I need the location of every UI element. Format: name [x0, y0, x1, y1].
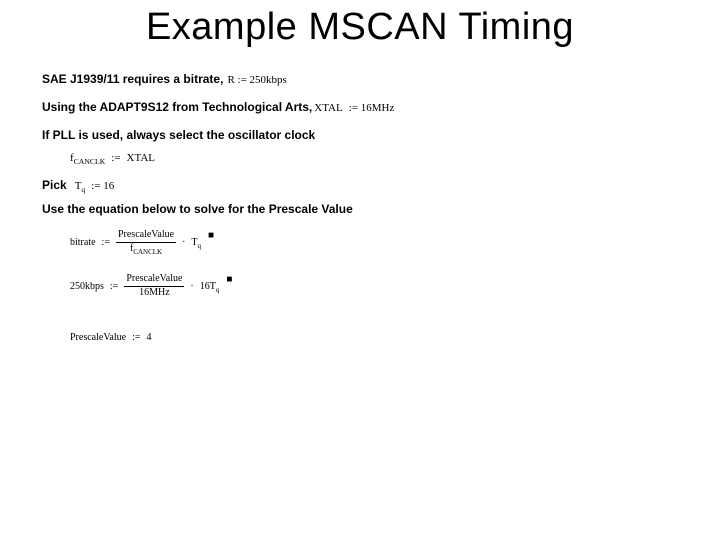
eq-bitrate-expr: bitrate := PrescaleValue fCANCLK · Tq ■: [70, 230, 214, 254]
eq-bitrate-assign: :=: [102, 237, 110, 248]
line-board-lead: Using the ADAPT9S12 from Technological A…: [42, 100, 312, 114]
eq-bitrate-frac: PrescaleValue fCANCLK: [116, 230, 176, 254]
eq-bitrate-rhs-sub: q: [198, 242, 202, 250]
eq-bitrate-den: fCANCLK: [128, 244, 164, 255]
eq-bitrate: bitrate := PrescaleValue fCANCLK · Tq ■: [70, 230, 680, 254]
eq-bitrate-den-sub: CANCLK: [133, 248, 162, 256]
line-bitrate-lead: SAE J1939/11 requires a bitrate,: [42, 72, 223, 86]
eq-250kbps: 250kbps := PrescaleValue 16MHz · 16Tq ■: [70, 274, 680, 298]
line-pick-var-sub: q: [81, 185, 85, 194]
slide: Example MSCAN Timing SAE J1939/11 requir…: [0, 0, 720, 540]
eq-250kbps-frac: PrescaleValue 16MHz: [124, 274, 184, 298]
line-bitrate-expr: R := 250kbps: [227, 74, 286, 86]
eq-result: PrescaleValue := 4: [70, 332, 680, 343]
eq-bitrate-rhs: Tq: [191, 237, 201, 248]
eq-result-lhs: PrescaleValue: [70, 332, 126, 343]
expr-xtal-lhs: XTAL: [314, 102, 342, 114]
eq-250kbps-mult: ·: [190, 281, 193, 292]
eq-250kbps-lhs: 250kbps: [70, 281, 104, 292]
eq-fcanclk-lhs: fCANCLK: [70, 152, 105, 164]
slide-title: Example MSCAN Timing: [0, 6, 720, 49]
line-solve-lead: Use the equation below to solve for the …: [42, 202, 353, 216]
eq-result-rhs: 4: [147, 332, 152, 343]
line-board-expr: XTAL := 16MHz: [314, 102, 394, 114]
eq-250kbps-rhs-base: 16T: [200, 281, 216, 292]
line-board: Using the ADAPT9S12 from Technological A…: [42, 100, 680, 114]
eq-fcanclk: fCANCLK := XTAL: [70, 152, 680, 164]
expr-xtal-rhs: := 16MHz: [349, 102, 395, 114]
eq-250kbps-rhs: 16Tq: [200, 281, 220, 292]
line-pll: If PLL is used, always select the oscill…: [42, 128, 680, 142]
eq-fcanclk-lhs-sub: CANCLK: [74, 157, 106, 166]
line-solve: Use the equation below to solve for the …: [42, 202, 680, 216]
eq-fcanclk-rhs: XTAL: [127, 152, 155, 164]
eq-fcanclk-assign: :=: [111, 152, 120, 164]
line-pick-expr: Tq := 16: [75, 180, 115, 192]
eq-result-assign: :=: [132, 332, 140, 343]
eq-250kbps-num: PrescaleValue: [124, 274, 184, 285]
eq-250kbps-den: 16MHz: [137, 288, 172, 299]
eq-result-expr: PrescaleValue := 4: [70, 332, 152, 343]
eq-250kbps-assign: :=: [110, 281, 118, 292]
line-pick-rhs: := 16: [91, 180, 114, 192]
line-pll-lead: If PLL is used, always select the oscill…: [42, 128, 315, 142]
line-bitrate: SAE J1939/11 requires a bitrate, R := 25…: [42, 72, 680, 86]
slide-body: SAE J1939/11 requires a bitrate, R := 25…: [42, 72, 680, 353]
eq-fcanclk-expr: fCANCLK := XTAL: [70, 152, 155, 164]
eq-250kbps-expr: 250kbps := PrescaleValue 16MHz · 16Tq ■: [70, 274, 232, 298]
eq-bitrate-mult: ·: [182, 237, 185, 248]
line-pick-lead: Pick: [42, 178, 67, 192]
eq-bitrate-num: PrescaleValue: [116, 230, 176, 241]
line-pick: Pick Tq := 16: [42, 178, 680, 192]
eq-bitrate-lhs: bitrate: [70, 237, 96, 248]
eq-250kbps-rhs-sub: q: [216, 286, 220, 294]
line-pick-var: Tq: [75, 180, 86, 192]
